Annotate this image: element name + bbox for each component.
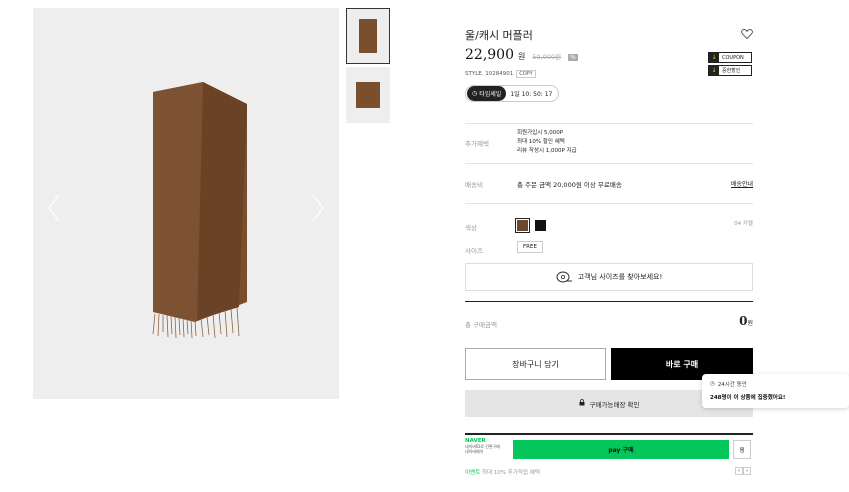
style-row: STYLE. 10284901 COPY — [465, 70, 536, 78]
time-sale-timer: ◷ 타임세일 1일 10: 50: 17 — [465, 85, 560, 102]
naver-pay-section: NAVER 네이버ID로 간편구매 네이버페이 pay 구매 찜 — [465, 433, 753, 459]
clock-icon: ◷ — [710, 381, 715, 387]
naver-pay-label: pay 구매 — [608, 447, 634, 454]
benefit-line: 최대 10% 할인 혜택 — [517, 139, 565, 145]
clock-icon: ◷ — [472, 90, 478, 97]
size-finder-text: 고객님 사이즈를 찾아보세요! — [577, 273, 663, 281]
original-price: 59,000원 — [532, 53, 562, 61]
event-pager: ‹ › — [735, 467, 751, 475]
currency-unit: 원 — [518, 52, 526, 61]
swatch-brown[interactable] — [515, 218, 530, 233]
product-title: 울/캐시 머플러 — [465, 29, 533, 42]
benefit-line: 리뷰 작성시 1,000P 지급 — [517, 148, 577, 154]
total-label: 총 구매금액 — [465, 321, 497, 329]
coupon-label: COUPON — [722, 54, 744, 61]
shipping-text: 총 주문 금액 20,000원 이상 무료배송 — [517, 181, 622, 189]
add-to-cart-button[interactable]: 장바구니 담기 — [465, 348, 606, 380]
event-text: 최대 10% 추가적립 혜택 — [481, 470, 540, 476]
thumbnail-2[interactable] — [346, 67, 390, 123]
discount-badge: % — [568, 54, 578, 61]
benefits-label: 추가혜택 — [465, 140, 489, 148]
scarf-image — [152, 82, 247, 339]
total-value: 0원 — [739, 314, 753, 328]
benefits-list: 회원가입시 5,000P 최대 10% 할인 혜택 리뷰 작성시 1,000P … — [517, 129, 577, 156]
time-sale-label: 타임세일 — [479, 91, 502, 98]
coupon-button[interactable]: ↓ COUPON — [708, 52, 752, 63]
event-banner: 이벤트 최대 10% 추가적립 혜택 — [465, 468, 540, 476]
shipping-info-link[interactable]: 배송안내 — [731, 179, 753, 188]
shipping-label: 배송비 — [465, 181, 483, 189]
time-sale-badge: ◷ 타임세일 — [467, 86, 507, 101]
timer-value: 1일 10: 50: 17 — [510, 91, 553, 98]
tooltip-message: 248명이 이 상품에 집중했어요! — [710, 395, 786, 401]
tape-measure-icon — [556, 271, 572, 283]
prev-image-arrow[interactable] — [47, 193, 61, 223]
popularity-tooltip: ◷ 24시간 동안 248명이 이 상품에 집중했어요! — [702, 374, 849, 408]
color-label: 색상 — [465, 224, 477, 232]
color-swatches — [515, 218, 546, 233]
swatch-black[interactable] — [535, 220, 546, 231]
divider — [465, 123, 753, 124]
download-icon: ↓ — [709, 53, 719, 62]
store-availability-label: 구매가능매장 확인 — [589, 400, 640, 409]
benefit-line: 회원가입시 5,000P — [517, 130, 564, 136]
coupon-group: ↓ COUPON ↓ 중한할인 — [708, 52, 752, 78]
divider — [465, 203, 753, 204]
size-option-free[interactable]: FREE — [517, 241, 543, 253]
thumbnail-1[interactable] — [346, 8, 390, 64]
next-image-arrow[interactable] — [311, 193, 325, 223]
discount-coupon-label: 중한할인 — [722, 68, 741, 74]
selected-color-name: 04 카멜 — [734, 221, 753, 227]
size-label: 사이즈 — [465, 247, 483, 255]
copy-button[interactable]: COPY — [516, 70, 536, 78]
size-finder-button[interactable]: 고객님 사이즈를 찾아보세요! — [465, 263, 753, 291]
discount-coupon-button[interactable]: ↓ 중한할인 — [708, 65, 752, 76]
naver-pay-button[interactable]: pay 구매 — [513, 440, 729, 459]
price-row: 22,900 원 59,000원 % — [465, 47, 578, 63]
download-icon: ↓ — [709, 66, 719, 75]
total-unit: 원 — [747, 320, 753, 327]
naver-wish-button[interactable]: 찜 — [733, 440, 751, 459]
naver-pay-sub2: 네이버페이 — [465, 449, 484, 454]
pager-prev-icon[interactable]: ‹ — [735, 467, 743, 475]
sale-price: 22,900 — [465, 47, 514, 63]
thumbnail-list — [346, 8, 390, 126]
heart-icon[interactable] — [741, 28, 753, 40]
event-tag: 이벤트 — [465, 470, 481, 476]
naver-pay-info: NAVER 네이버ID로 간편구매 네이버페이 — [465, 438, 511, 454]
style-code: STYLE. 10284901 — [465, 71, 514, 77]
divider — [465, 301, 753, 302]
tooltip-period: 24시간 동안 — [717, 382, 747, 388]
lock-icon — [579, 399, 585, 408]
pager-next-icon[interactable]: › — [743, 467, 751, 475]
divider — [465, 163, 753, 164]
main-product-image — [33, 8, 339, 399]
